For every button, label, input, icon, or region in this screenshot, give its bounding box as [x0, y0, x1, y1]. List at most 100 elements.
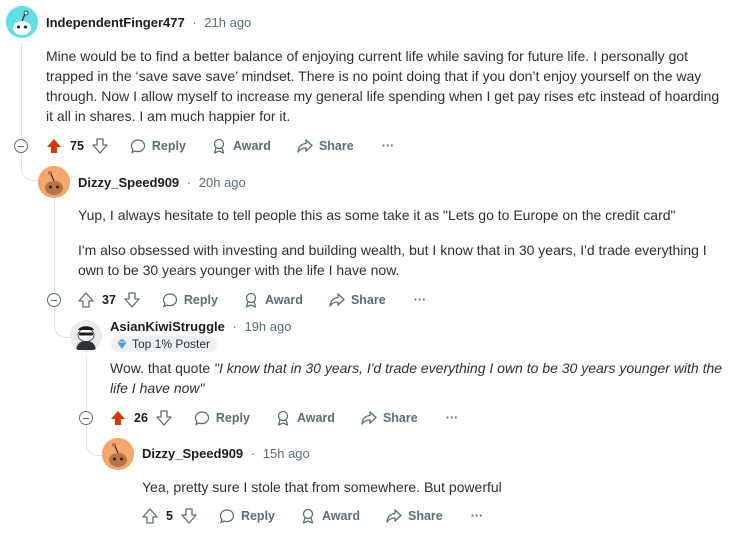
- avatar[interactable]: [38, 166, 70, 198]
- avatar[interactable]: [102, 438, 134, 470]
- vote-count: 75: [70, 139, 84, 153]
- downvote-button[interactable]: [181, 508, 197, 524]
- thread-connector: [21, 150, 38, 181]
- downvote-button[interactable]: [124, 292, 140, 308]
- comment-bubble-icon: [162, 293, 178, 308]
- share-button[interactable]: Share: [297, 138, 354, 154]
- meta-separator: ·: [250, 446, 256, 461]
- downvote-icon: [92, 138, 108, 154]
- share-icon: [361, 411, 377, 425]
- upvote-button[interactable]: [110, 410, 126, 426]
- avatar[interactable]: [6, 6, 38, 38]
- comment-author: IndependentFinger477 · 21h ago: [46, 15, 251, 30]
- upvote-button[interactable]: [78, 292, 94, 308]
- reply-label: Reply: [215, 411, 250, 425]
- comment-timestamp[interactable]: 15h ago: [263, 446, 310, 461]
- thread-line-level1: [54, 200, 55, 292]
- award-button[interactable]: Award: [211, 138, 271, 154]
- comment-timestamp[interactable]: 19h ago: [244, 319, 291, 334]
- comment-body: Wow. that quote "I know that in 30 years…: [110, 358, 735, 398]
- collapse-thread-button[interactable]: [79, 411, 93, 425]
- thread-connector: [54, 307, 71, 338]
- award-button[interactable]: Award: [300, 508, 360, 524]
- award-label: Award: [264, 293, 303, 307]
- author-name[interactable]: AsianKiwiStruggle: [110, 319, 225, 334]
- share-label: Share: [318, 139, 354, 153]
- more-options-button[interactable]: ···: [446, 411, 459, 425]
- more-dots-icon: ···: [413, 293, 427, 307]
- comment-bubble-icon: [130, 139, 146, 154]
- vote-count: 5: [166, 509, 173, 523]
- comment-author: Dizzy_Speed909 · 15h ago: [142, 446, 310, 461]
- share-icon: [386, 509, 402, 523]
- top-poster-icon: [117, 339, 127, 349]
- award-icon: [277, 410, 289, 426]
- comment-actions: 75 Reply Award Share ···: [46, 136, 394, 156]
- more-options-button[interactable]: ···: [414, 293, 427, 307]
- meta-separator: ·: [186, 175, 192, 190]
- reply-button[interactable]: Reply: [219, 508, 275, 524]
- reply-button[interactable]: Reply: [194, 410, 250, 426]
- flair-label: Top 1% Poster: [132, 337, 211, 351]
- more-dots-icon: ···: [445, 411, 459, 425]
- comment-author: AsianKiwiStruggle · 19h ago: [110, 319, 291, 334]
- comment-text: Wow. that quote: [110, 360, 215, 376]
- downvote-button[interactable]: [156, 410, 172, 426]
- vote-count: 26: [134, 411, 148, 425]
- author-name[interactable]: Dizzy_Speed909: [78, 175, 179, 190]
- award-icon: [245, 292, 257, 308]
- reply-button[interactable]: Reply: [130, 138, 186, 154]
- more-options-button[interactable]: ···: [382, 139, 395, 153]
- vote-count: 37: [102, 293, 116, 307]
- comment-timestamp[interactable]: 21h ago: [204, 15, 251, 30]
- downvote-icon: [156, 410, 172, 426]
- reply-label: Reply: [240, 509, 275, 523]
- comment-body: Yea, pretty sure I stole that from somew…: [142, 479, 502, 495]
- meta-separator: ·: [232, 319, 237, 334]
- collapse-thread-button[interactable]: [14, 139, 28, 153]
- award-label: Award: [322, 509, 360, 523]
- upvote-icon: [78, 292, 94, 308]
- reply-label: Reply: [151, 139, 186, 153]
- comment-author: Dizzy_Speed909 · 20h ago: [78, 175, 246, 190]
- share-button[interactable]: Share: [329, 292, 386, 308]
- user-flair-badge: Top 1% Poster: [111, 336, 218, 352]
- award-label: Award: [232, 139, 271, 153]
- more-options-button[interactable]: ···: [471, 509, 484, 523]
- more-dots-icon: ···: [470, 509, 484, 523]
- upvote-button[interactable]: [142, 508, 158, 524]
- award-button[interactable]: Award: [243, 292, 303, 308]
- reply-button[interactable]: Reply: [162, 292, 218, 308]
- avatar[interactable]: [70, 320, 102, 352]
- award-button[interactable]: Award: [275, 410, 335, 426]
- share-label: Share: [382, 411, 418, 425]
- share-button[interactable]: Share: [386, 508, 443, 524]
- thread-line-level2: [86, 356, 87, 410]
- meta-separator: ·: [192, 15, 197, 30]
- author-name[interactable]: Dizzy_Speed909: [142, 446, 243, 461]
- share-icon: [297, 139, 313, 153]
- share-icon: [329, 293, 345, 307]
- award-icon: [213, 138, 225, 154]
- snoo-avatar-icon: [70, 320, 102, 352]
- reply-label: Reply: [183, 293, 218, 307]
- share-button[interactable]: Share: [361, 410, 418, 426]
- downvote-icon: [181, 508, 197, 524]
- collapse-thread-button[interactable]: [47, 293, 61, 307]
- upvote-button[interactable]: [46, 138, 62, 154]
- downvote-icon: [124, 292, 140, 308]
- author-name[interactable]: IndependentFinger477: [46, 15, 185, 30]
- comment-actions: 26 Reply Award Share ···: [110, 408, 458, 428]
- comment-actions: 5 Reply Award Share ···: [142, 506, 483, 526]
- downvote-button[interactable]: [92, 138, 108, 154]
- snoo-avatar-icon: [38, 166, 70, 198]
- thread-connector: [86, 425, 103, 456]
- share-label: Share: [350, 293, 386, 307]
- comment-bubble-icon: [219, 509, 235, 524]
- snoo-avatar-icon: [6, 6, 38, 38]
- share-label: Share: [407, 509, 443, 523]
- comment-actions: 37 Reply Award Share ···: [78, 290, 426, 310]
- comment-body: Mine would be to find a better balance o…: [46, 48, 720, 124]
- upvote-icon: [142, 508, 158, 524]
- comment-timestamp[interactable]: 20h ago: [199, 175, 246, 190]
